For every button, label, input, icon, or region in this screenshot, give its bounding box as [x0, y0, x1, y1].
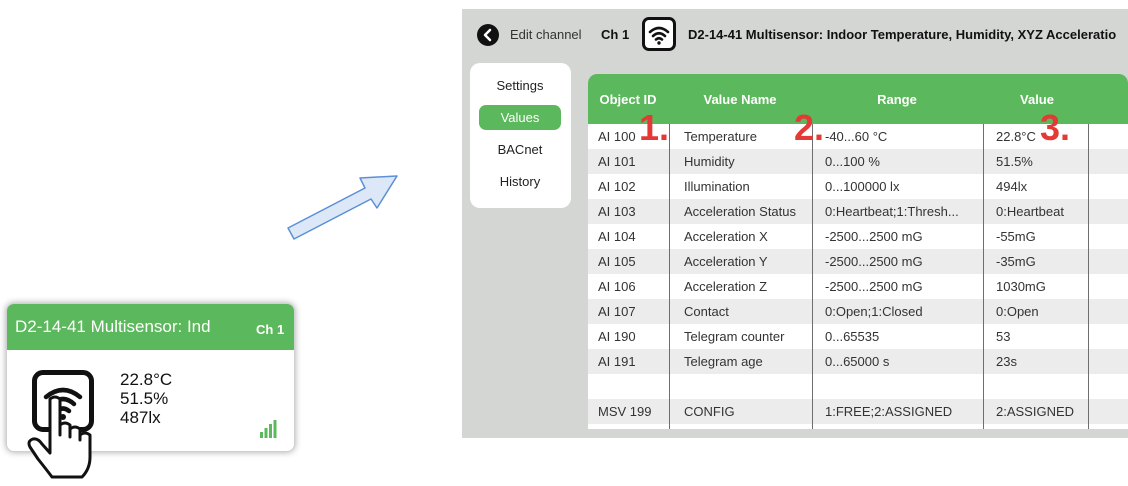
column-divider: [812, 124, 813, 429]
cell-range: 0...100 %: [825, 154, 880, 169]
cell-value-name: Illumination: [684, 179, 750, 194]
column-header-range: Range: [877, 92, 917, 107]
column-divider: [1088, 124, 1089, 429]
cell-object-id: AI 105: [598, 254, 636, 269]
cell-object-id: AI 103: [598, 204, 636, 219]
cell-object-id: AI 106: [598, 279, 636, 294]
edit-channel-panel: Edit channel Ch 1 D2-14-41 Multisensor: …: [462, 9, 1128, 438]
cell-value: 51.5%: [996, 154, 1033, 169]
cell-value: 0:Open: [996, 304, 1039, 319]
cell-object-id: AI 107: [598, 304, 636, 319]
tile-channel: Ch 1: [256, 322, 285, 337]
cell-object-id: AI 191: [598, 354, 636, 369]
wifi-icon: [642, 17, 676, 51]
cell-value: 494lx: [996, 179, 1028, 194]
device-title: D2-14-41 Multisensor: Indoor Temperature…: [688, 27, 1117, 42]
cell-range: 0:Open;1:Closed: [825, 304, 923, 319]
tab-settings[interactable]: Settings: [479, 73, 561, 98]
tab-history[interactable]: History: [479, 169, 561, 194]
tile-humidity: 51.5%: [120, 389, 169, 408]
cell-range: 0...100000 lx: [825, 179, 900, 194]
column-divider: [983, 124, 984, 429]
cell-value: 0:Heartbeat: [996, 204, 1064, 219]
annotation-marker-3: 3.: [1040, 107, 1071, 148]
annotation-marker-1: 1.: [639, 107, 670, 148]
tile-title: D2-14-41 Multisensor: Ind: [15, 317, 211, 336]
cell-range: -2500...2500 mG: [825, 254, 923, 269]
tile-header: D2-14-41 Multisensor: Ind Ch 1: [7, 304, 294, 350]
column-header-value: Value: [1020, 92, 1054, 107]
cell-value: 23s: [996, 354, 1017, 369]
cell-value-name: Contact: [684, 304, 729, 319]
pointing-hand-icon: [24, 395, 104, 486]
cell-value-name: CONFIG: [684, 404, 735, 419]
cell-value: 53: [996, 329, 1011, 344]
column-divider: [669, 124, 670, 429]
header-bar: Edit channel Ch 1 D2-14-41 Multisensor: …: [462, 9, 1128, 59]
cell-value-name: Acceleration Z: [684, 279, 768, 294]
channel-label: Ch 1: [601, 27, 630, 42]
tab-bacnet[interactable]: BACnet: [479, 137, 561, 162]
tab-values[interactable]: Values: [479, 105, 561, 130]
column-header-value-name: Value Name: [703, 92, 777, 107]
arrow-icon: [285, 170, 400, 250]
cell-object-id: AI 104: [598, 229, 636, 244]
cell-value-name: Humidity: [684, 154, 735, 169]
cell-range: 0:Heartbeat;1:Thresh...: [825, 204, 959, 219]
signal-bars-icon: [259, 420, 277, 443]
cell-value-name: Acceleration Status: [684, 204, 797, 219]
column-header-object-id: Object ID: [599, 92, 657, 107]
cell-object-id: AI 101: [598, 154, 636, 169]
cell-range: 0...65000 s: [825, 354, 890, 369]
cell-object-id: MSV 199: [598, 404, 652, 419]
tab-list: Settings Values BACnet History: [470, 63, 571, 208]
cell-range: -40...60 °C: [825, 129, 888, 144]
annotation-marker-2: 2.: [794, 107, 825, 148]
cell-value-name: Acceleration X: [684, 229, 768, 244]
edit-channel-link[interactable]: Edit channel: [510, 27, 582, 42]
tile-temperature: 22.8°C: [120, 370, 173, 389]
cell-range: 0...65535: [825, 329, 880, 344]
tile-values: 22.8°C 51.5% 487lx: [120, 370, 172, 427]
cell-value: -55mG: [996, 229, 1036, 244]
cell-range: -2500...2500 mG: [825, 229, 923, 244]
back-icon[interactable]: [477, 24, 499, 46]
cell-range: -2500...2500 mG: [825, 279, 923, 294]
cell-value: 2:ASSIGNED: [996, 404, 1075, 419]
cell-value-name: Acceleration Y: [684, 254, 768, 269]
cell-object-id: AI 102: [598, 179, 636, 194]
cell-value-name: Telegram counter: [684, 329, 785, 344]
cell-value-name: Telegram age: [684, 354, 763, 369]
cell-value: -35mG: [996, 254, 1036, 269]
tile-illumination: 487lx: [120, 408, 161, 427]
cell-object-id: AI 190: [598, 329, 636, 344]
cell-value: 1030mG: [996, 279, 1046, 294]
cell-range: 1:FREE;2:ASSIGNED: [825, 404, 953, 419]
